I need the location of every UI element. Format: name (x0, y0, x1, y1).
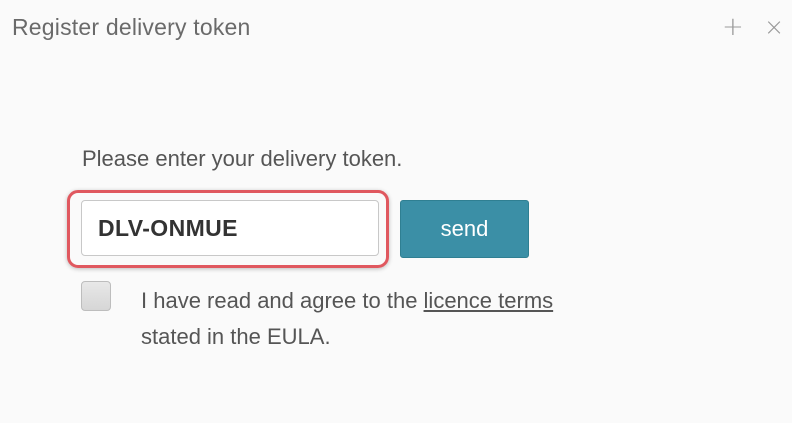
plus-icon[interactable]: + (722, 12, 744, 42)
send-button[interactable]: send (400, 200, 529, 258)
agree-text-after: stated in the EULA. (141, 324, 331, 349)
panel-title: Register delivery token (12, 14, 251, 40)
agree-text-before: I have read and agree to the (141, 288, 424, 313)
token-prompt: Please enter your delivery token. (82, 146, 403, 171)
licence-terms-link[interactable]: licence terms (424, 288, 554, 313)
agree-checkbox[interactable] (81, 281, 111, 311)
close-icon[interactable]: × (764, 12, 784, 42)
panel-header: Register delivery token + × (0, 0, 792, 62)
agree-label: I have read and agree to the licence ter… (141, 283, 701, 355)
register-token-panel: Register delivery token + × Please enter… (0, 0, 792, 423)
delivery-token-input[interactable] (81, 200, 379, 256)
